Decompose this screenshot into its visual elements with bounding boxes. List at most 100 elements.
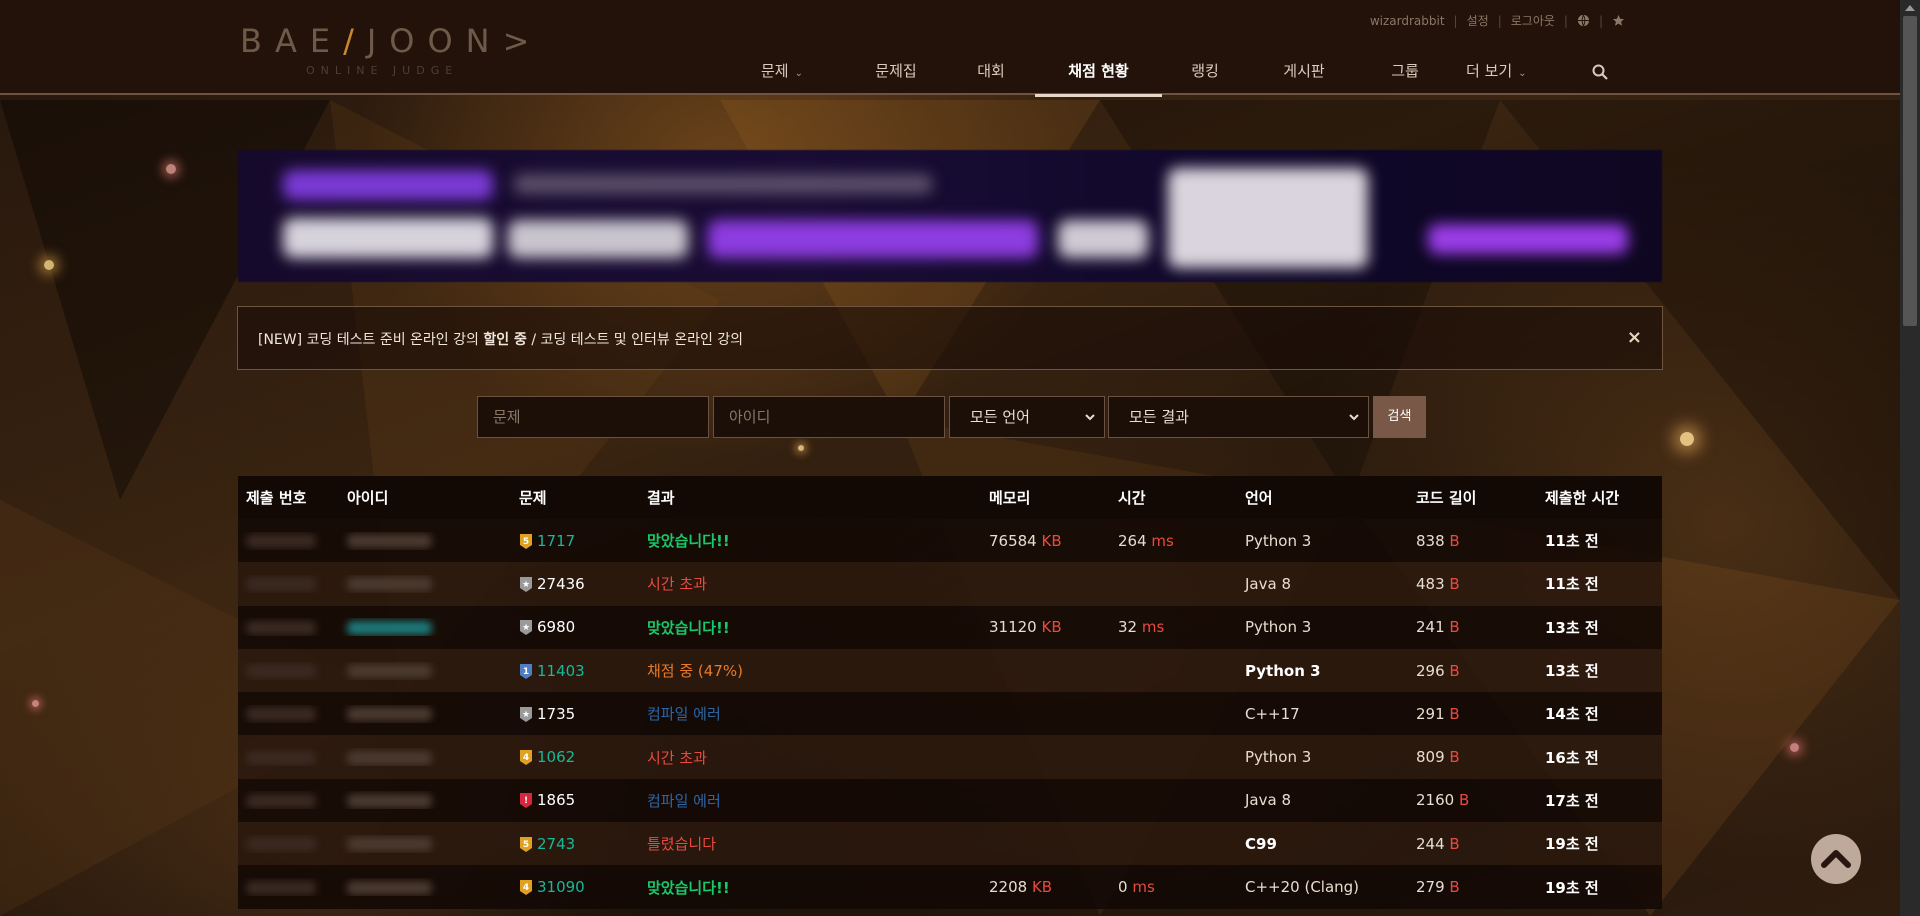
star-icon[interactable] bbox=[1612, 14, 1625, 27]
problem-filter-input[interactable] bbox=[477, 396, 709, 438]
header-time[interactable]: 시간 bbox=[1110, 487, 1237, 508]
nav-board[interactable]: 게시판 bbox=[1248, 52, 1360, 95]
result-text[interactable]: 컴파일 에러 bbox=[647, 792, 721, 810]
header-problem[interactable]: 문제 bbox=[511, 487, 639, 508]
result-text[interactable]: 채점 중 (47%) bbox=[647, 662, 743, 680]
search-button[interactable]: 검색 bbox=[1373, 396, 1426, 438]
user-id[interactable] bbox=[339, 575, 511, 593]
header-memory[interactable]: 메모리 bbox=[981, 487, 1110, 508]
language-link[interactable]: Python 3 bbox=[1245, 748, 1311, 766]
nav-search[interactable] bbox=[1572, 52, 1632, 95]
language-link[interactable]: C++20 (Clang) bbox=[1245, 878, 1359, 896]
user-id[interactable] bbox=[339, 662, 511, 680]
problem-link[interactable]: 27436 bbox=[537, 575, 585, 593]
tier-badge-icon: 5 bbox=[520, 836, 532, 852]
submitted-time[interactable]: 17초 전 bbox=[1545, 792, 1599, 810]
submitted-time[interactable]: 13초 전 bbox=[1545, 619, 1599, 637]
close-icon[interactable]: × bbox=[1627, 327, 1642, 348]
result-text[interactable]: 컴파일 에러 bbox=[647, 705, 721, 723]
user-id[interactable] bbox=[339, 748, 511, 766]
svg-text:★: ★ bbox=[522, 710, 530, 720]
submitted-time[interactable]: 19초 전 bbox=[1545, 879, 1599, 897]
code-length-value: 291 bbox=[1416, 704, 1445, 723]
submitted-time[interactable]: 11초 전 bbox=[1545, 575, 1599, 593]
svg-text:5: 5 bbox=[523, 840, 529, 850]
submitted-time[interactable]: 16초 전 bbox=[1545, 749, 1599, 767]
settings-link[interactable]: 설정 bbox=[1467, 12, 1489, 29]
logout-link[interactable]: 로그아웃 bbox=[1511, 12, 1555, 29]
id-filter-input[interactable] bbox=[713, 396, 945, 438]
language-link[interactable]: Python 3 bbox=[1245, 662, 1321, 680]
user-id[interactable] bbox=[339, 878, 511, 896]
table-row: ★ 27436 시간 초과 Java 8 483 B 11초 전 bbox=[238, 562, 1662, 606]
scrollbar-thumb[interactable] bbox=[1903, 16, 1917, 326]
problem-link[interactable]: 6980 bbox=[537, 618, 575, 636]
result-text[interactable]: 시간 초과 bbox=[647, 749, 707, 767]
submission-id[interactable] bbox=[238, 878, 339, 896]
code-length-unit: B bbox=[1449, 878, 1460, 897]
problem-link[interactable]: 1717 bbox=[537, 532, 575, 550]
submitted-time[interactable]: 13초 전 bbox=[1545, 662, 1599, 680]
problem-link[interactable]: 11403 bbox=[537, 662, 585, 680]
notice-bar[interactable]: [NEW] 코딩 테스트 준비 온라인 강의 할인 중 / 코딩 테스트 및 인… bbox=[237, 306, 1663, 370]
language-link[interactable]: Java 8 bbox=[1245, 791, 1291, 809]
user-id[interactable] bbox=[339, 835, 511, 853]
result-text[interactable]: 맞았습니다!! bbox=[647, 619, 730, 637]
problem-link[interactable]: 1062 bbox=[537, 748, 575, 766]
scroll-up-arrow-icon[interactable] bbox=[1904, 4, 1916, 12]
submission-id[interactable] bbox=[238, 748, 339, 766]
problem-link[interactable]: 31090 bbox=[537, 878, 585, 896]
nav-group[interactable]: 그룹 bbox=[1360, 52, 1450, 95]
time-value: 32 bbox=[1118, 618, 1138, 637]
header-user-id[interactable]: 아이디 bbox=[339, 487, 511, 508]
notice-text-bold: 할인 중 bbox=[483, 332, 527, 348]
header-result[interactable]: 결과 bbox=[639, 487, 981, 508]
submission-id[interactable] bbox=[238, 705, 339, 723]
globe-icon[interactable] bbox=[1577, 14, 1590, 27]
nav-status[interactable]: 채점 현황 bbox=[1035, 52, 1162, 97]
language-select[interactable]: 모든 언어 bbox=[949, 396, 1105, 438]
user-id[interactable] bbox=[339, 791, 511, 809]
nav-contest[interactable]: 대회 bbox=[947, 52, 1035, 95]
user-id[interactable] bbox=[339, 705, 511, 723]
user-id[interactable] bbox=[339, 618, 511, 636]
result-text[interactable]: 맞았습니다!! bbox=[647, 879, 730, 897]
user-id[interactable] bbox=[339, 532, 511, 550]
nav-problems[interactable]: 문제 ⌄ bbox=[745, 52, 845, 95]
result-text[interactable]: 시간 초과 bbox=[647, 575, 707, 593]
submission-id[interactable] bbox=[238, 575, 339, 593]
problem-link[interactable]: 1865 bbox=[537, 791, 575, 809]
nav-ranking[interactable]: 랭킹 bbox=[1162, 52, 1248, 95]
back-to-top-button[interactable] bbox=[1811, 834, 1861, 884]
nav-workbook[interactable]: 문제집 bbox=[845, 52, 947, 95]
submitted-time[interactable]: 11초 전 bbox=[1545, 532, 1599, 550]
site-logo[interactable]: BAE/JOON> ONLINE JUDGE bbox=[240, 20, 550, 80]
banner-blur bbox=[1058, 220, 1148, 258]
submission-id[interactable] bbox=[238, 532, 339, 550]
header-language[interactable]: 언어 bbox=[1237, 487, 1408, 508]
language-link[interactable]: Python 3 bbox=[1245, 618, 1311, 636]
submission-id[interactable] bbox=[238, 835, 339, 853]
problem-link[interactable]: 2743 bbox=[537, 835, 575, 853]
user-link[interactable]: wizardrabbit bbox=[1370, 14, 1445, 28]
submitted-time[interactable]: 14초 전 bbox=[1545, 705, 1599, 723]
language-link[interactable]: Python 3 bbox=[1245, 532, 1311, 550]
tier-badge-icon: ! bbox=[520, 793, 532, 809]
result-text[interactable]: 맞았습니다!! bbox=[647, 532, 730, 550]
language-link[interactable]: C++17 bbox=[1245, 705, 1300, 723]
submission-id[interactable] bbox=[238, 618, 339, 636]
result-select[interactable]: 모든 결과 bbox=[1108, 396, 1369, 438]
submission-id[interactable] bbox=[238, 791, 339, 809]
language-link[interactable]: C99 bbox=[1245, 835, 1277, 853]
submission-id[interactable] bbox=[238, 662, 339, 680]
header-submitted-time[interactable]: 제출한 시간 bbox=[1537, 487, 1662, 508]
nav-more[interactable]: 더 보기 ⌄ bbox=[1450, 52, 1572, 95]
language-link[interactable]: Java 8 bbox=[1245, 575, 1291, 593]
ad-banner[interactable] bbox=[238, 150, 1662, 282]
result-text[interactable]: 틀렸습니다 bbox=[647, 835, 716, 853]
time-unit: ms bbox=[1141, 618, 1165, 637]
header-submission-id[interactable]: 제출 번호 bbox=[238, 487, 339, 508]
submitted-time[interactable]: 19초 전 bbox=[1545, 835, 1599, 853]
header-code-length[interactable]: 코드 길이 bbox=[1408, 487, 1537, 508]
problem-link[interactable]: 1735 bbox=[537, 705, 575, 723]
